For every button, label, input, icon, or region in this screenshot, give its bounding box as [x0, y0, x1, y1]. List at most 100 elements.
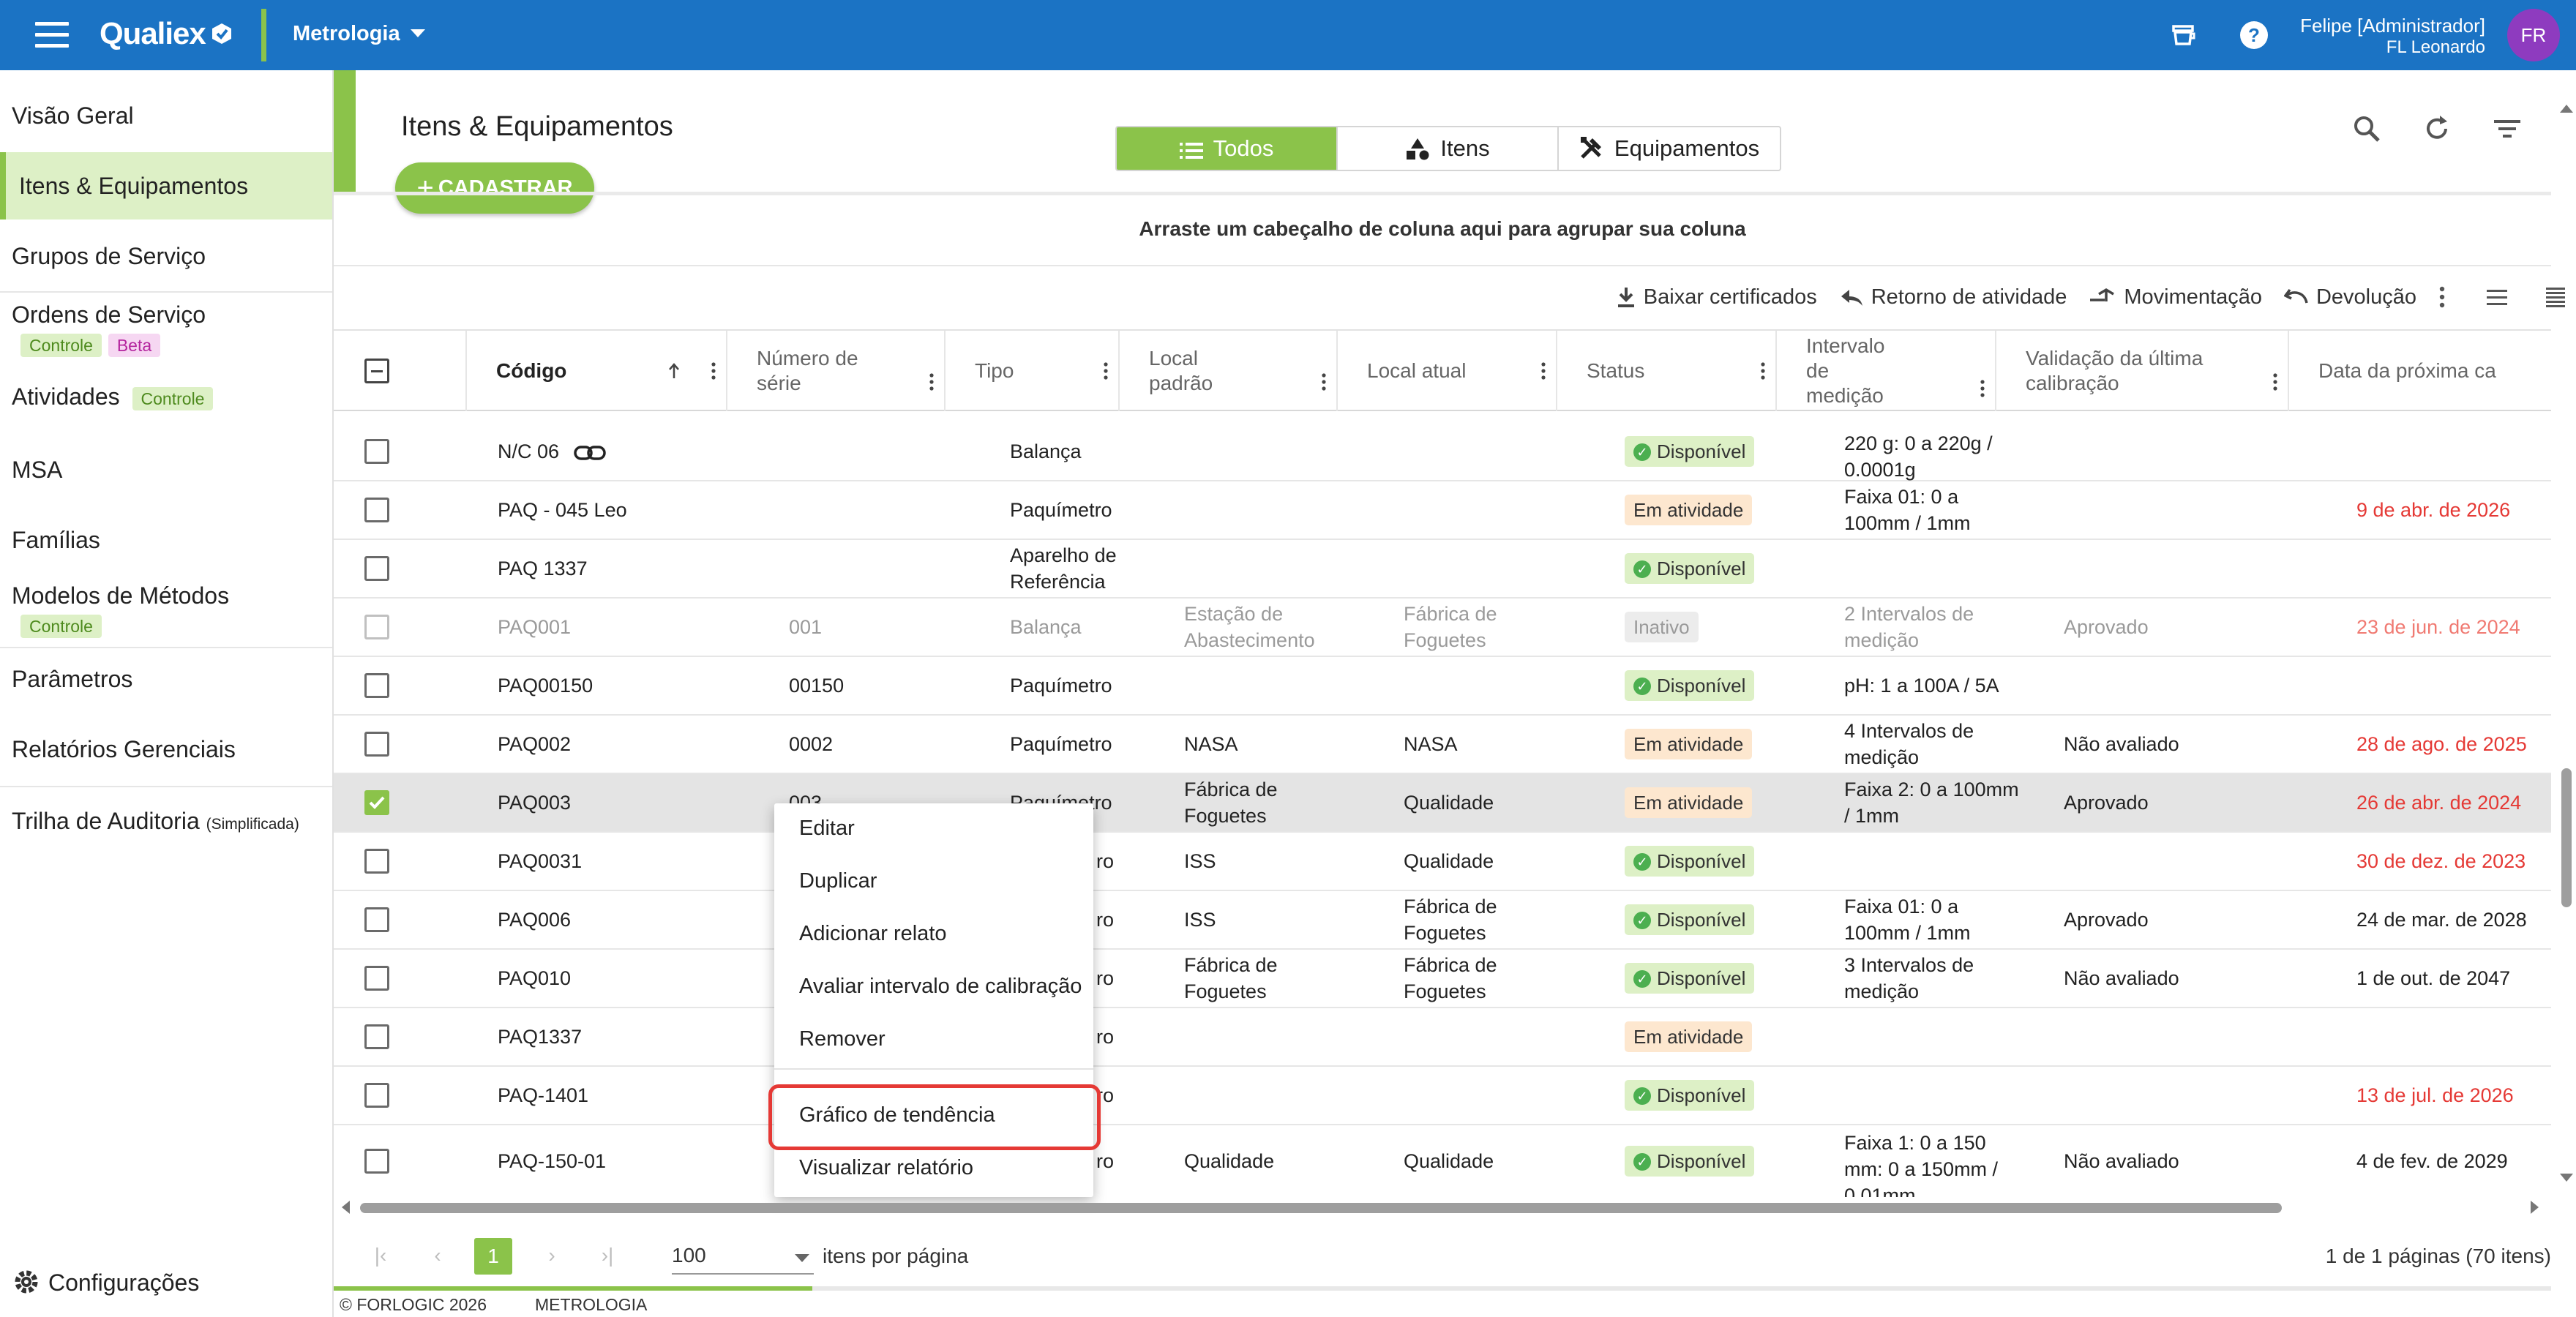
- sort-ascending-icon[interactable]: [667, 362, 681, 380]
- sidebar-item-grupos-servico[interactable]: Grupos de Serviço: [0, 243, 332, 270]
- row-checkbox[interactable]: [364, 732, 389, 757]
- tab-todos[interactable]: Todos: [1117, 127, 1338, 170]
- more-options-icon[interactable]: [2438, 285, 2453, 309]
- tab-equipamentos[interactable]: Equipamentos: [1559, 127, 1780, 170]
- first-page-icon[interactable]: |‹: [366, 1241, 395, 1270]
- last-page-icon[interactable]: ›|: [593, 1241, 622, 1270]
- menu-item-avaliar-intervalo[interactable]: Avaliar intervalo de calibração: [799, 975, 1082, 999]
- page-size-select[interactable]: 100: [672, 1239, 814, 1275]
- activity-return-button[interactable]: Retorno de atividade: [1839, 285, 2067, 309]
- table-row[interactable]: PAQ006 ro ISS Fábrica de Foguetes Dispon…: [334, 891, 2551, 950]
- filter-icon[interactable]: [2491, 113, 2523, 145]
- row-checkbox[interactable]: [364, 1083, 389, 1108]
- sidebar-item-atividades[interactable]: Atividades Controle: [0, 383, 332, 410]
- row-checkbox[interactable]: [364, 849, 389, 874]
- row-checkbox[interactable]: [364, 966, 389, 991]
- row-checkbox[interactable]: [364, 615, 389, 639]
- sidebar-item-trilha-auditoria[interactable]: Trilha de Auditoria (Simplificada): [0, 808, 332, 835]
- column-header-status[interactable]: Status: [1557, 331, 1777, 411]
- column-menu-icon[interactable]: [929, 372, 934, 391]
- column-header-numero-serie[interactable]: Número de série: [727, 331, 946, 411]
- link-icon[interactable]: [573, 444, 606, 462]
- column-header-local-padrao[interactable]: Local padrão: [1120, 331, 1338, 411]
- coffee-cup-icon[interactable]: [2168, 19, 2200, 51]
- table-row[interactable]: PAQ010 ro Fábrica de Foguetes Fábrica de…: [334, 950, 2551, 1008]
- page-number-current[interactable]: 1: [474, 1238, 512, 1275]
- movement-button[interactable]: Movimentação: [2089, 285, 2262, 309]
- scroll-right-icon[interactable]: [2529, 1199, 2541, 1215]
- column-header-local-atual[interactable]: Local atual: [1338, 331, 1557, 411]
- horizontal-scroll-thumb[interactable]: [360, 1203, 2282, 1213]
- scroll-left-icon[interactable]: [340, 1199, 351, 1215]
- column-menu-icon[interactable]: [1104, 361, 1108, 380]
- compact-view-icon[interactable]: [2485, 287, 2516, 307]
- sidebar-item-itens-equipamentos[interactable]: Itens & Equipamentos: [0, 152, 332, 220]
- column-menu-icon[interactable]: [1541, 361, 1546, 380]
- column-menu-icon[interactable]: [1761, 361, 1765, 380]
- table-row[interactable]: PAQ 1337 Aparelho de Referência Disponív…: [334, 540, 2551, 599]
- row-checkbox[interactable]: [364, 1149, 389, 1174]
- menu-item-adicionar-relato[interactable]: Adicionar relato: [799, 922, 947, 946]
- horizontal-scrollbar[interactable]: [334, 1197, 2551, 1217]
- table-row[interactable]: PAQ - 045 Leo Paquímetro Em atividade Fa…: [334, 481, 2551, 540]
- row-checkbox[interactable]: [364, 439, 389, 464]
- table-row[interactable]: PAQ001 001 Balança Estação de Abastecime…: [334, 599, 2551, 657]
- sidebar-item-msa[interactable]: MSA: [0, 457, 332, 484]
- row-checkbox[interactable]: [364, 673, 389, 698]
- table-row[interactable]: PAQ1337 ro Em atividade: [334, 1008, 2551, 1067]
- scroll-down-icon[interactable]: [2558, 1172, 2575, 1184]
- row-checkbox[interactable]: [364, 907, 389, 932]
- menu-item-remover[interactable]: Remover: [799, 1027, 886, 1051]
- sidebar-item-relatorios-gerenciais[interactable]: Relatórios Gerenciais: [0, 736, 332, 763]
- vertical-scroll-thumb[interactable]: [2561, 768, 2572, 907]
- menu-item-visualizar-relatorio[interactable]: Visualizar relatório: [799, 1156, 973, 1180]
- sidebar-item-ordens-servico[interactable]: Ordens de Serviço Controle Beta: [0, 301, 332, 357]
- row-checkbox[interactable]: [364, 790, 389, 815]
- column-header-validacao[interactable]: Validação da última calibração: [1996, 331, 2289, 411]
- devolution-button[interactable]: Devolução: [2283, 285, 2416, 309]
- tab-itens[interactable]: Itens: [1338, 127, 1559, 170]
- refresh-icon[interactable]: [2421, 113, 2453, 145]
- search-icon[interactable]: [2351, 113, 2383, 145]
- column-menu-icon[interactable]: [711, 361, 716, 380]
- column-menu-icon[interactable]: [1322, 372, 1326, 391]
- column-header-codigo[interactable]: Código: [467, 331, 727, 411]
- help-icon[interactable]: ?: [2238, 19, 2270, 51]
- user-info[interactable]: Felipe [Administrador] FL Leonardo: [2300, 15, 2485, 59]
- select-all-checkbox[interactable]: [364, 359, 389, 383]
- row-checkbox[interactable]: [364, 1024, 389, 1049]
- module-selector[interactable]: Metrologia: [293, 22, 425, 46]
- table-row[interactable]: PAQ-1401 ro Disponível 13 de jul. de 202…: [334, 1067, 2551, 1125]
- menu-item-duplicar[interactable]: Duplicar: [799, 869, 877, 893]
- download-certificates-button[interactable]: Baixar certificados: [1616, 285, 1817, 309]
- table-row[interactable]: PAQ002 0002 Paquímetro NASA NASA Em ativ…: [334, 716, 2551, 774]
- cell-validation: Não avaliado: [2064, 733, 2179, 755]
- sidebar-item-familias[interactable]: Famílias: [0, 527, 332, 554]
- menu-icon[interactable]: [35, 22, 69, 48]
- column-menu-icon[interactable]: [2273, 372, 2277, 391]
- sidebar-item-modelos-metodos[interactable]: Modelos de Métodos Controle: [0, 582, 332, 638]
- brand-logo[interactable]: Qualiex: [100, 16, 233, 51]
- settings-link[interactable]: Configurações: [12, 1267, 199, 1297]
- menu-item-editar[interactable]: Editar: [799, 817, 855, 841]
- group-drop-zone[interactable]: Arraste um cabeçalho de coluna aqui para…: [334, 196, 2551, 266]
- table-row[interactable]: PAQ0031 ro ISS Qualidade Disponível 30 d…: [334, 833, 2551, 891]
- column-header-data-proxima[interactable]: Data da próxima ca: [2289, 331, 2551, 411]
- table-row[interactable]: PAQ-150-01 ro Qualidade Qualidade Dispon…: [334, 1125, 2551, 1197]
- prev-page-icon[interactable]: ‹: [423, 1241, 452, 1270]
- table-row[interactable]: PAQ003 003 Paquímetro Fábrica de Foguete…: [334, 774, 2551, 833]
- column-menu-icon[interactable]: [1980, 379, 1985, 398]
- column-header-intervalo-medicao[interactable]: Intervalo de medição: [1777, 331, 1996, 411]
- column-header-tipo[interactable]: Tipo: [946, 331, 1120, 411]
- sidebar-item-visao-geral[interactable]: Visão Geral: [0, 102, 332, 130]
- table-row[interactable]: PAQ00150 00150 Paquímetro Disponível pH:…: [334, 657, 2551, 716]
- scroll-up-icon[interactable]: [2558, 102, 2575, 114]
- vertical-scrollbar[interactable]: [2553, 102, 2576, 1200]
- sidebar-item-label: Parâmetros: [12, 666, 133, 692]
- table-row[interactable]: N/C 06 Balança Disponível 220 g: 0 a 220…: [334, 423, 2551, 481]
- row-checkbox[interactable]: [364, 556, 389, 581]
- row-checkbox[interactable]: [364, 498, 389, 522]
- avatar[interactable]: FR: [2507, 9, 2560, 61]
- next-page-icon[interactable]: ›: [537, 1241, 566, 1270]
- sidebar-item-parametros[interactable]: Parâmetros: [0, 666, 332, 693]
